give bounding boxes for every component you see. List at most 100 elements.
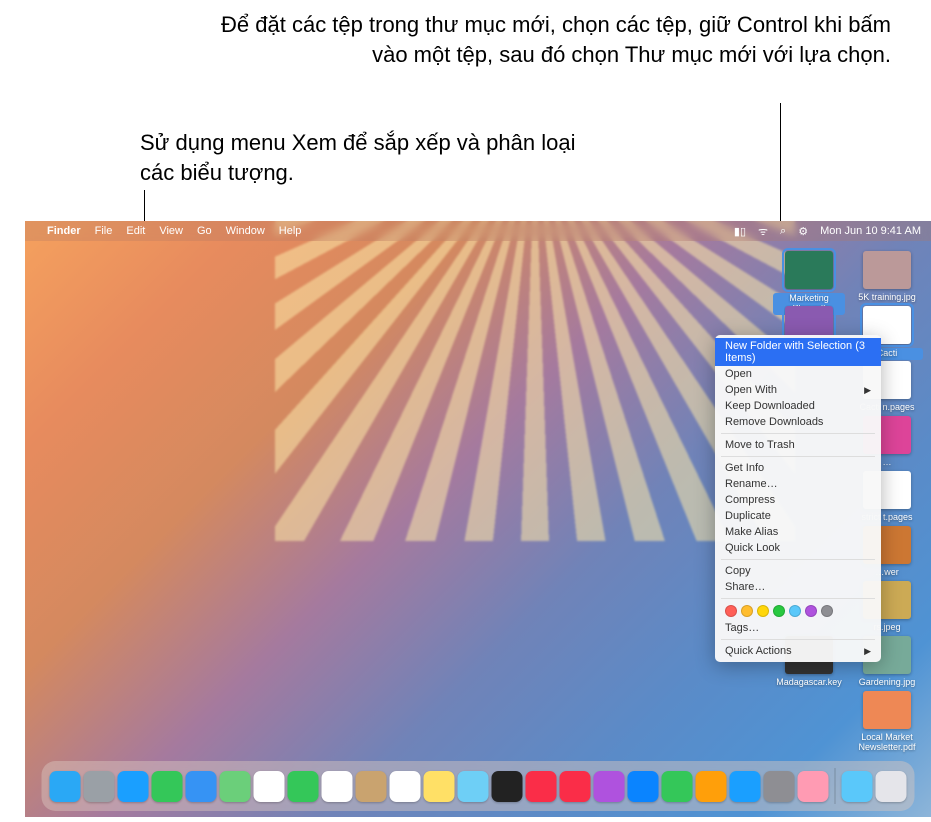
file-label: 5K training.jpg bbox=[851, 293, 923, 303]
callout-view-menu: Sử dụng menu Xem để sắp xếp và phân loại… bbox=[140, 128, 580, 187]
menu-item-label: New Folder with Selection (3 Items) bbox=[725, 340, 871, 364]
menu-item-label: Compress bbox=[725, 494, 775, 506]
dock-app-news[interactable] bbox=[560, 771, 591, 802]
dock-app-settings[interactable] bbox=[764, 771, 795, 802]
dock-app-appstore[interactable] bbox=[730, 771, 761, 802]
control-center-icon[interactable]: ⚙ bbox=[798, 225, 808, 238]
menu-item-label: Get Info bbox=[725, 462, 764, 474]
context-menu-item[interactable]: Open With ▶ bbox=[715, 382, 881, 398]
spotlight-icon[interactable]: ⌕ bbox=[780, 225, 786, 238]
menu-item-label: Duplicate bbox=[725, 510, 771, 522]
dock-app-tv[interactable] bbox=[492, 771, 523, 802]
dock-app-numbers[interactable] bbox=[662, 771, 693, 802]
menu-separator bbox=[721, 456, 875, 457]
dock-app-downloads[interactable] bbox=[842, 771, 873, 802]
menu-item-label: Tags… bbox=[725, 622, 759, 634]
menu-separator bbox=[721, 598, 875, 599]
callout-new-folder: Để đặt các tệp trong thư mục mới, chọn c… bbox=[211, 10, 891, 69]
menu-item-label: Move to Trash bbox=[725, 439, 795, 451]
context-menu-item[interactable]: Duplicate bbox=[715, 508, 881, 524]
dock-app-music[interactable] bbox=[526, 771, 557, 802]
dock-app-mail[interactable] bbox=[186, 771, 217, 802]
context-menu: New Folder with Selection (3 Items) Open O… bbox=[715, 335, 881, 662]
menubar-datetime[interactable]: Mon Jun 10 9:41 AM bbox=[820, 225, 921, 237]
tag-color[interactable] bbox=[789, 605, 801, 617]
context-menu-item[interactable]: Make Alias bbox=[715, 524, 881, 540]
dock-app-launchpad[interactable] bbox=[84, 771, 115, 802]
file-label: Gardening.jpg bbox=[851, 678, 923, 688]
menu-item-label: Remove Downloads bbox=[725, 416, 823, 428]
menu-item-label: Keep Downloaded bbox=[725, 400, 815, 412]
menu-bar: Finder File Edit View Go Window Help ▮▯ … bbox=[25, 221, 931, 241]
submenu-arrow-icon: ▶ bbox=[864, 385, 871, 396]
menu-item-label: Copy bbox=[725, 565, 751, 577]
context-menu-item[interactable]: Copy bbox=[715, 563, 881, 579]
dock-app-reminders[interactable] bbox=[390, 771, 421, 802]
context-menu-item[interactable]: Move to Trash bbox=[715, 437, 881, 453]
menu-view[interactable]: View bbox=[159, 225, 183, 237]
dock-app-freeform[interactable] bbox=[458, 771, 489, 802]
menu-separator bbox=[721, 639, 875, 640]
wifi-icon[interactable]: ᯤ bbox=[758, 224, 768, 239]
menu-item-label: Quick Look bbox=[725, 542, 780, 554]
context-menu-item[interactable]: Compress bbox=[715, 492, 881, 508]
tag-color[interactable] bbox=[757, 605, 769, 617]
dock-app-photos[interactable] bbox=[254, 771, 285, 802]
menu-item-label: Rename… bbox=[725, 478, 778, 490]
menu-separator bbox=[721, 559, 875, 560]
tag-color[interactable] bbox=[725, 605, 737, 617]
context-menu-item[interactable]: Quick Actions ▶ bbox=[715, 643, 881, 659]
context-menu-item[interactable]: Keep Downloaded bbox=[715, 398, 881, 414]
context-menu-item[interactable]: Tags… bbox=[715, 620, 881, 636]
menu-file[interactable]: File bbox=[95, 225, 113, 237]
desktop-icon[interactable]: 5K training.jpg bbox=[851, 251, 923, 303]
dock-app-finder[interactable] bbox=[50, 771, 81, 802]
dock-app-iphone-mirror[interactable] bbox=[798, 771, 829, 802]
menu-item-label: Make Alias bbox=[725, 526, 778, 538]
battery-icon[interactable]: ▮▯ bbox=[734, 225, 746, 238]
file-thumbnail bbox=[863, 251, 911, 289]
context-menu-item[interactable]: New Folder with Selection (3 Items) bbox=[715, 338, 881, 366]
tag-color[interactable] bbox=[741, 605, 753, 617]
menu-edit[interactable]: Edit bbox=[126, 225, 145, 237]
dock-app-facetime[interactable] bbox=[288, 771, 319, 802]
file-thumbnail bbox=[863, 691, 911, 729]
tag-color[interactable] bbox=[805, 605, 817, 617]
menu-help[interactable]: Help bbox=[279, 225, 302, 237]
context-menu-item[interactable]: Quick Look bbox=[715, 540, 881, 556]
dock-app-keynote[interactable] bbox=[628, 771, 659, 802]
app-menu[interactable]: Finder bbox=[47, 225, 81, 237]
dock-app-calendar[interactable] bbox=[322, 771, 353, 802]
dock-app-contacts[interactable] bbox=[356, 771, 387, 802]
context-menu-item[interactable]: Get Info bbox=[715, 460, 881, 476]
menu-window[interactable]: Window bbox=[226, 225, 265, 237]
context-menu-item[interactable]: Open bbox=[715, 366, 881, 382]
dock-app-maps[interactable] bbox=[220, 771, 251, 802]
file-thumbnail bbox=[785, 251, 833, 289]
dock-app-pages[interactable] bbox=[696, 771, 727, 802]
menu-item-label: Open bbox=[725, 368, 752, 380]
tag-color[interactable] bbox=[773, 605, 785, 617]
file-label: Local Market Newsletter.pdf bbox=[851, 733, 923, 753]
menu-item-label: Share… bbox=[725, 581, 765, 593]
submenu-arrow-icon: ▶ bbox=[864, 646, 871, 657]
menu-item-label: Open With bbox=[725, 384, 777, 396]
dock-app-safari[interactable] bbox=[118, 771, 149, 802]
dock-separator bbox=[835, 768, 836, 804]
context-menu-item[interactable]: Remove Downloads bbox=[715, 414, 881, 430]
menu-go[interactable]: Go bbox=[197, 225, 212, 237]
macos-desktop[interactable]: Finder File Edit View Go Window Help ▮▯ … bbox=[25, 221, 931, 817]
dock-app-messages[interactable] bbox=[152, 771, 183, 802]
tag-color[interactable] bbox=[821, 605, 833, 617]
desktop-icon[interactable]: Local Market Newsletter.pdf bbox=[851, 691, 923, 753]
file-label: Madagascar.key bbox=[773, 678, 845, 688]
context-menu-item[interactable]: Rename… bbox=[715, 476, 881, 492]
dock-app-notes[interactable] bbox=[424, 771, 455, 802]
menu-separator bbox=[721, 433, 875, 434]
tag-color-row bbox=[715, 602, 881, 620]
context-menu-item[interactable]: Share… bbox=[715, 579, 881, 595]
dock-app-trash[interactable] bbox=[876, 771, 907, 802]
dock bbox=[42, 761, 915, 811]
dock-app-podcasts[interactable] bbox=[594, 771, 625, 802]
menu-item-label: Quick Actions bbox=[725, 645, 792, 657]
